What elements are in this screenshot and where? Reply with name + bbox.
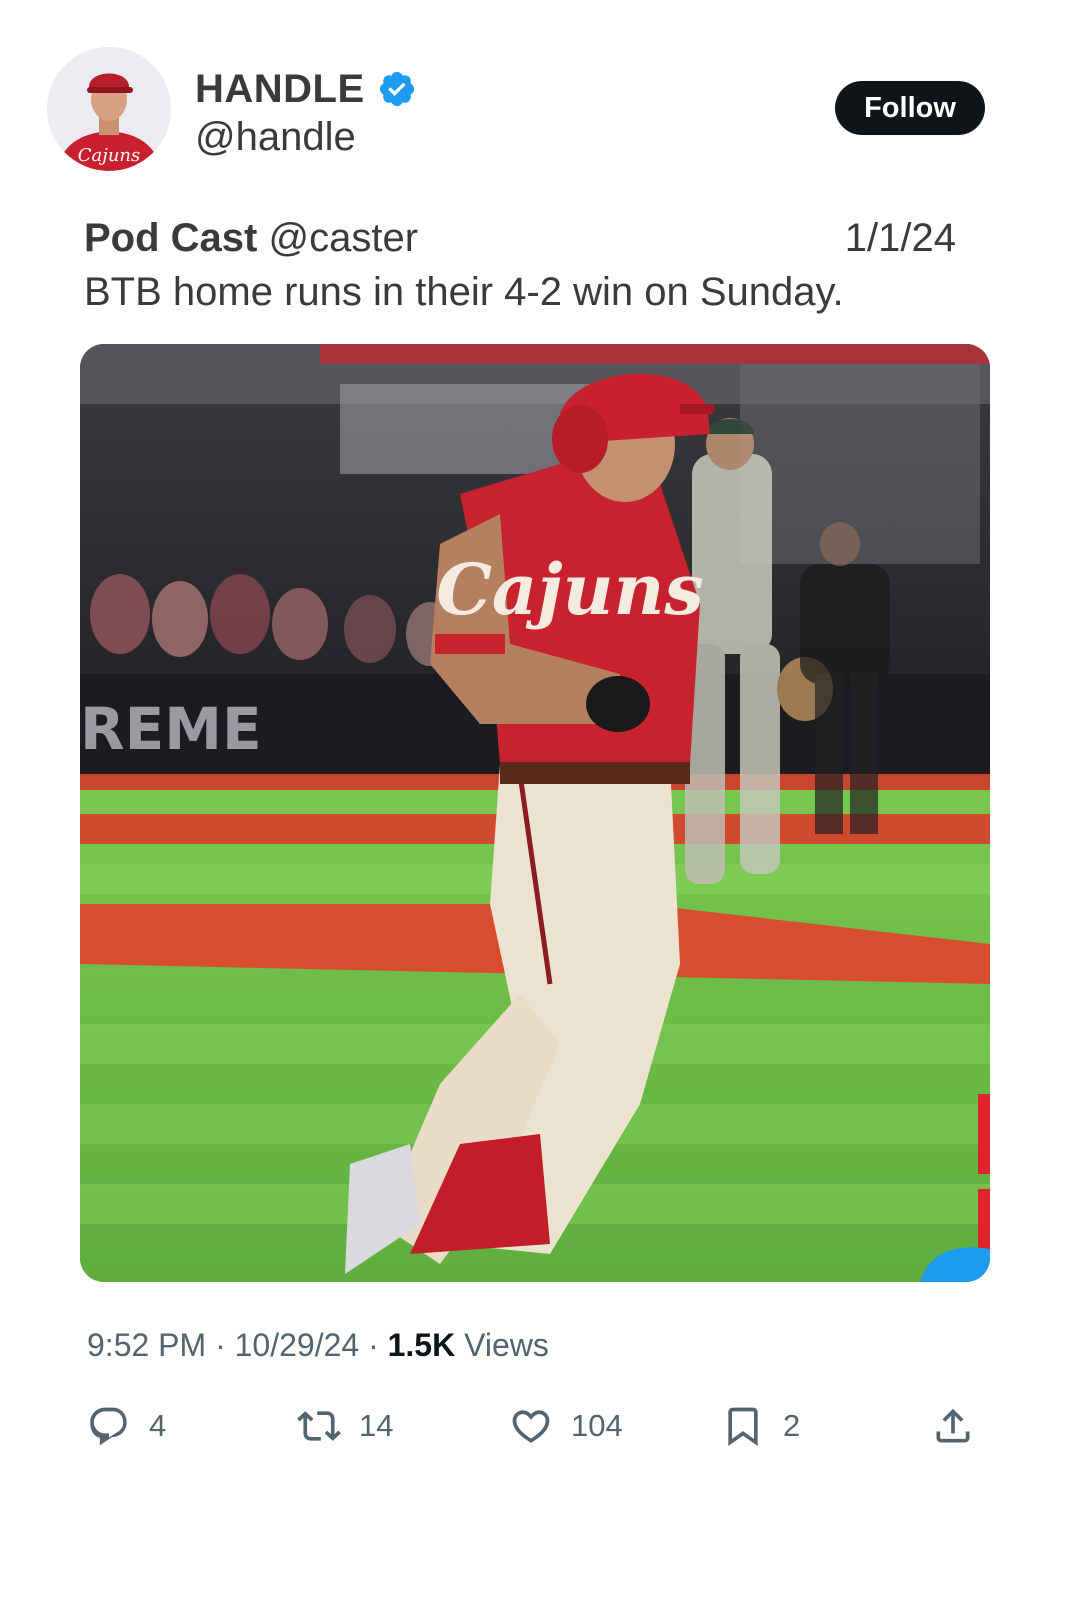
post-date[interactable]: 10/29/24 <box>235 1327 360 1363</box>
quote-author-handle: @caster <box>268 216 419 260</box>
share-icon <box>936 1408 970 1443</box>
views-label: Views <box>455 1327 549 1363</box>
verified-badge-icon <box>379 71 414 107</box>
reply-button[interactable]: 4 <box>87 1400 166 1452</box>
repost-count: 14 <box>359 1408 394 1443</box>
bookmark-count: 2 <box>783 1408 801 1443</box>
quote-text: BTB home runs in their 4-2 win on Sunday… <box>84 270 844 314</box>
like-count: 104 <box>571 1408 623 1443</box>
bookmark-button[interactable]: 2 <box>721 1400 800 1452</box>
reply-icon <box>90 1407 127 1446</box>
quoted-post[interactable]: Pod Cast @caster 1/1/24 BTB home runs in… <box>84 212 964 318</box>
svg-text:Cajuns: Cajuns <box>78 145 141 166</box>
display-name[interactable]: HANDLE <box>195 65 365 113</box>
heart-icon <box>512 1410 550 1443</box>
share-button[interactable] <box>931 1400 975 1452</box>
action-bar: 4 14 104 2 <box>87 1400 987 1452</box>
quote-date: 1/1/24 <box>844 216 956 260</box>
post-meta: 9:52 PM · 10/29/24 · 1.5K Views <box>87 1327 549 1363</box>
follow-button[interactable]: Follow <box>835 81 985 135</box>
post-time[interactable]: 9:52 PM <box>87 1327 206 1363</box>
tweet-header: Cajuns HANDLE @handle Follow <box>47 47 997 177</box>
bookmark-icon <box>728 1407 758 1447</box>
avatar[interactable]: Cajuns <box>47 47 171 171</box>
jersey-script: Cajuns <box>436 548 704 631</box>
user-handle[interactable]: @handle <box>195 113 417 161</box>
repost-button[interactable]: 14 <box>297 1400 393 1452</box>
quote-author-name: Pod Cast <box>84 216 258 260</box>
like-button[interactable]: 104 <box>509 1400 623 1452</box>
views-count: 1.5K <box>387 1327 456 1363</box>
reply-count: 4 <box>149 1408 167 1443</box>
post-photo[interactable]: REME Cajuns <box>80 344 990 1282</box>
fence-text: REME <box>80 695 262 763</box>
repost-icon <box>297 1411 341 1441</box>
